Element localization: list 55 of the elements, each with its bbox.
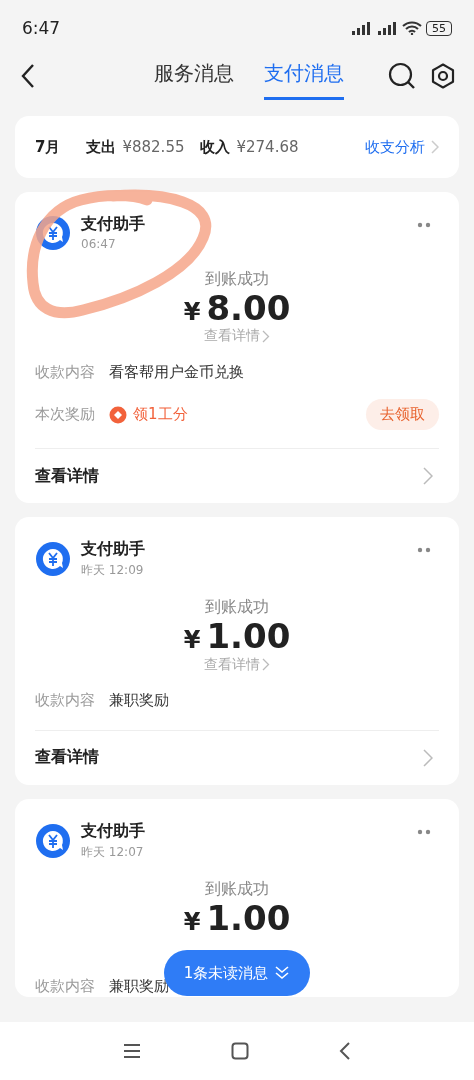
sender-name: 支付助手	[81, 820, 145, 842]
message-time: 06:47	[81, 237, 117, 251]
battery-level: 55	[426, 20, 452, 36]
home-icon[interactable]	[231, 1042, 249, 1060]
more-icon[interactable]	[417, 547, 431, 554]
month-label: 7月	[35, 137, 61, 157]
chevron-right-icon[interactable]	[262, 658, 270, 672]
payment-status: 到账成功	[205, 878, 269, 900]
field-label: 本次奖励	[35, 405, 95, 425]
menu-icon[interactable]	[123, 1043, 141, 1059]
sender-name: 支付助手	[81, 214, 145, 235]
chevrons-down-icon	[274, 966, 291, 980]
reward-icon	[109, 405, 127, 424]
claim-button[interactable]: 去领取	[366, 399, 439, 431]
chevron-right-icon[interactable]	[262, 329, 270, 343]
yuan-chat-icon	[35, 822, 71, 859]
payment-amount: ¥ 1.00	[183, 618, 291, 656]
reward-value: 领1工分	[133, 405, 188, 425]
analysis-link[interactable]: 收支分析	[365, 137, 425, 157]
payment-status: 到账成功	[205, 597, 269, 619]
more-icon[interactable]	[417, 222, 431, 228]
settings-icon[interactable]	[430, 63, 456, 89]
details-link[interactable]: 查看详情	[204, 655, 260, 674]
payment-status: 到账成功	[205, 269, 269, 290]
view-details-link[interactable]: 查看详情	[35, 747, 99, 769]
yuan-chat-icon	[35, 541, 71, 578]
status-time: 6:47	[22, 18, 61, 38]
sender-name: 支付助手	[81, 539, 145, 561]
income-label: 收入	[200, 137, 231, 157]
income-amount: ¥274.68	[236, 138, 299, 156]
signal-icon	[350, 21, 372, 35]
message-time: 昨天 12:09	[81, 562, 145, 580]
tab[interactable]: 支付消息	[264, 52, 344, 100]
view-details-link[interactable]: 查看详情	[35, 465, 99, 487]
payment-amount: ¥ 1.00	[183, 899, 291, 938]
back-icon[interactable]	[20, 63, 36, 89]
expense-amount: ¥882.55	[122, 138, 185, 156]
wifi-icon	[402, 21, 422, 35]
field-label: 收款内容	[35, 362, 95, 382]
field-value: 看客帮用户金币兑换	[109, 362, 244, 382]
search-icon[interactable]	[388, 62, 416, 90]
signal-icon	[376, 21, 398, 35]
chevron-right-icon[interactable]	[423, 467, 433, 486]
message-time: 昨天 12:07	[81, 843, 145, 861]
more-icon[interactable]	[417, 828, 431, 835]
tab[interactable]: 服务消息	[154, 52, 234, 100]
field-label: 收款内容	[35, 976, 95, 996]
field-label: 收款内容	[35, 691, 95, 711]
yuan-chat-icon	[35, 214, 71, 251]
field-value: 兼职奖励	[109, 691, 169, 711]
back-icon[interactable]	[339, 1042, 351, 1060]
chevron-right-icon[interactable]	[423, 748, 433, 767]
details-link[interactable]: 查看详情	[204, 327, 260, 346]
expense-label: 支出	[86, 137, 117, 157]
payment-amount: ¥ 8.00	[183, 290, 291, 328]
